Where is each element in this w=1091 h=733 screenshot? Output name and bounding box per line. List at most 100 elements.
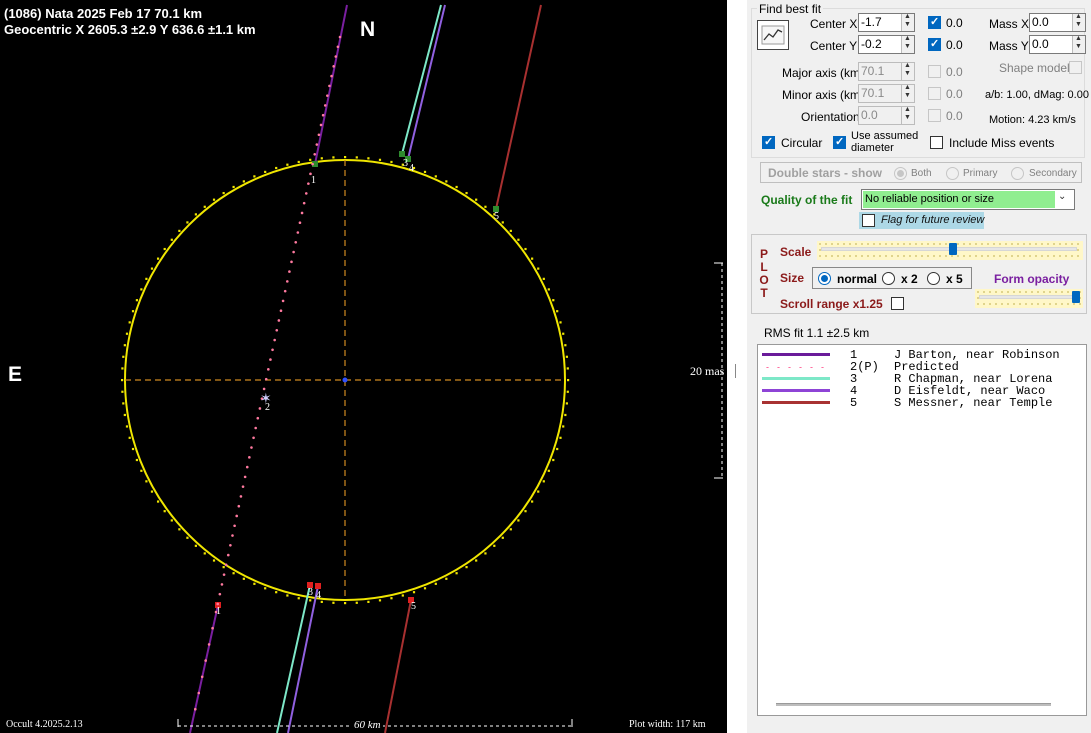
double-primary-radio[interactable] [946,167,959,180]
shape-model-checkbox[interactable] [1069,61,1082,74]
double-secondary-radio[interactable] [1011,167,1024,180]
find-best-fit-button[interactable] [757,20,789,50]
outline-tick [163,510,166,513]
outline-tick [222,191,225,195]
scale-slider[interactable] [817,241,1083,260]
include-miss-label: Include Miss events [949,136,1055,150]
size-x5-radio[interactable] [927,272,940,285]
predicted-dot [311,162,314,166]
scroll-range-checkbox[interactable] [891,297,904,310]
predicted-dot [292,250,295,254]
chord-number-label: 2 [265,402,270,413]
legend-swatch [762,401,830,404]
outline-tick [275,591,278,594]
orientation-spinner[interactable] [901,106,914,124]
major-axis-spinner[interactable] [901,62,914,80]
size-normal-label: normal [837,272,878,286]
mass-y-spinner[interactable] [1072,35,1085,53]
major-axis-fix-checkbox[interactable] [928,65,941,78]
center-y-label: Center Y [810,39,858,53]
outline-tick [484,552,487,555]
shape-model-label: Shape model [999,61,1070,75]
center-x-input[interactable]: -1.7 [858,13,915,32]
splitter-handle[interactable] [735,364,736,378]
double-both-radio[interactable] [894,167,907,180]
outline-tick [355,156,358,159]
occultation-plot[interactable]: ✶ 1 1 2 3 3 4 4 5 5 (1086) Nata 2025 Feb 17 70.1 … [0,0,727,733]
mass-x-input[interactable]: 0.0 [1029,13,1086,32]
predicted-dot [317,133,321,137]
outline-tick [566,367,569,370]
plot-vertical-label: P L O T [757,248,771,300]
plot-title: (1086) Nata 2025 Feb 17 70.1 km [4,6,203,21]
outline-tick [122,355,125,358]
mass-y-input[interactable]: 0.0 [1029,35,1086,54]
east-label: E [8,363,23,386]
circular-checkbox[interactable] [762,135,775,149]
chord-number-label: 4 [409,163,414,174]
use-assumed-diameter-checkbox[interactable] [833,135,846,149]
center-x-fix-checkbox[interactable] [928,15,941,29]
predicted-dot [326,94,329,97]
center-x-spinner[interactable] [901,13,914,31]
center-x-fixed-value: 0.0 [946,16,963,30]
center-y-fix-checkbox[interactable] [928,37,941,51]
mass-x-spinner[interactable] [1072,13,1085,31]
outline-tick [286,594,289,597]
predicted-dot [256,416,260,420]
outline-tick [121,379,124,382]
predicted-dot [231,534,234,537]
minor-axis-spinner[interactable] [901,84,914,102]
outline-tick [556,447,559,451]
outline-tick [501,536,504,539]
outline-tick [517,238,520,241]
size-normal-radio[interactable] [818,272,831,285]
form-opacity-thumb[interactable] [1072,291,1080,303]
center-y-input[interactable]: -0.2 [858,35,915,54]
center-y-spinner[interactable] [901,35,914,53]
outline-tick [509,528,512,531]
outline-tick [212,559,216,562]
orientation-label: Orientation [801,110,860,124]
flag-review-checkbox[interactable] [862,214,875,227]
orientation-fix-checkbox[interactable] [928,109,941,122]
chord-legend-box: 1J Barton, near Robinson 2(P) Predicted 3 R … [757,344,1087,716]
outline-tick [564,344,567,347]
outline-tick [531,257,534,260]
outline-tick [475,198,478,201]
scale-slider-thumb[interactable] [949,243,957,255]
scroll-range-label: Scroll range x1.25 [780,297,883,311]
outline-tick [562,332,565,335]
include-miss-checkbox[interactable] [930,136,943,149]
legend-swatch [762,389,830,392]
predicted-dot [222,573,226,576]
predicted-dot [243,475,247,479]
predicted-dot [323,104,327,107]
outline-tick [344,156,347,159]
chord-number-label: 4 [316,590,321,601]
minor-axis-fix-checkbox[interactable] [928,87,941,100]
version-label: Occult 4.2025.2.13 [6,719,83,730]
orientation-input[interactable]: 0.0 [858,106,915,125]
predicted-dot [245,465,249,469]
outline-tick [434,175,437,178]
rms-fit-readout: RMS fit 1.1 ±2.5 km [764,326,870,340]
predicted-dot [200,675,204,679]
major-axis-input[interactable]: 70.1 [858,62,915,81]
motion-readout: Motion: 4.23 km/s [989,114,1076,126]
center-y-fixed-value: 0.0 [946,38,963,52]
quality-select[interactable]: No reliable position or size ⌄ [861,189,1075,210]
legend-scrollbar[interactable] [776,703,1051,706]
predicted-dot [290,260,293,264]
predicted-dot [313,153,317,156]
outline-tick [121,390,124,393]
chord-line [401,4,442,155]
reappearance-marker [315,583,321,589]
legend-number: 5 [850,396,858,410]
form-opacity-slider[interactable] [975,289,1083,308]
minor-axis-input[interactable]: 70.1 [858,84,915,103]
size-x2-radio[interactable] [882,272,895,285]
predicted-dot [218,592,222,596]
outline-tick [390,597,393,600]
predicted-dot [286,280,289,283]
